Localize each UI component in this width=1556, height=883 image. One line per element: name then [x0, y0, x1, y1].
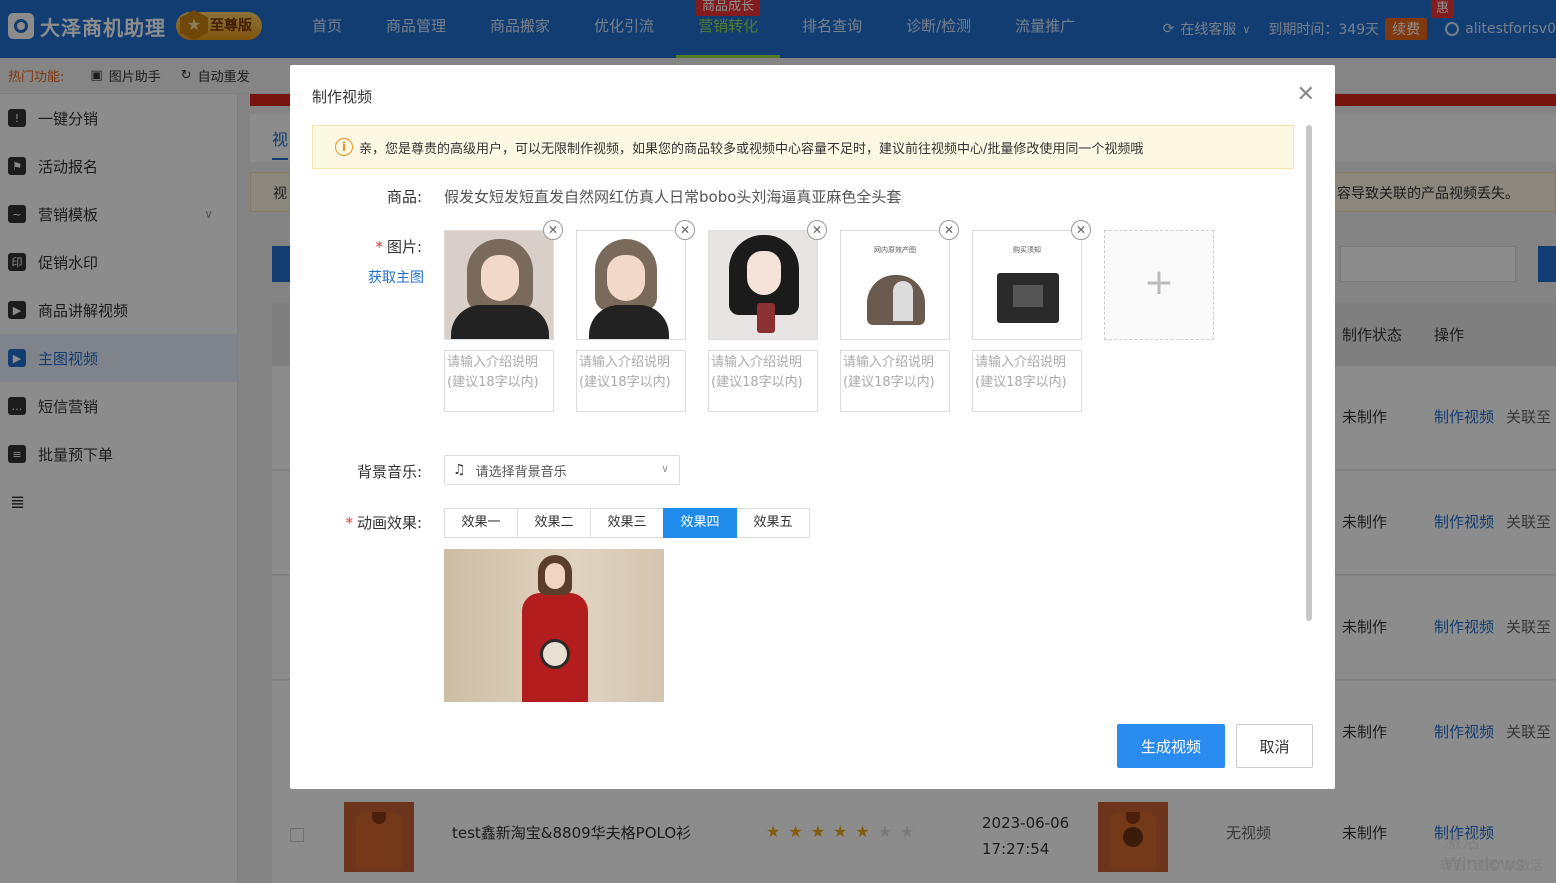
image-caption: 购买须知: [1013, 246, 1041, 254]
effect-preview-image: [444, 549, 664, 702]
effect-label: * 动画效果:: [312, 512, 422, 533]
image-desc-input[interactable]: 请输入介绍说明(建议18字以内): [972, 350, 1082, 412]
remove-image-icon[interactable]: ✕: [543, 220, 563, 240]
get-main-image-link[interactable]: 获取主图: [368, 267, 424, 287]
generate-video-button[interactable]: 生成视频: [1117, 724, 1225, 768]
plus-icon: +: [1143, 262, 1175, 303]
effect-label-text: 动画效果:: [356, 514, 422, 532]
music-placeholder: 请选择背景音乐: [475, 464, 567, 480]
product-name: 假发女短发短直发自然网红仿真人日常bobo头刘海逼真亚麻色全头套: [444, 188, 902, 206]
vip-alert-text: 亲，您是尊贵的高级用户，可以无限制作视频，如果您的商品较多或视频中心容量不足时，…: [359, 141, 1144, 157]
image-caption: 网内原效产图: [874, 246, 916, 254]
image-desc-input[interactable]: 请输入介绍说明(建议18字以内): [576, 350, 686, 412]
effect-option-4[interactable]: 效果四: [663, 508, 737, 538]
required-mark: *: [375, 238, 383, 256]
effect-option-3[interactable]: 效果三: [590, 508, 664, 538]
music-note-icon: ♫: [453, 462, 466, 478]
vip-alert: i 亲，您是尊贵的高级用户，可以无限制作视频，如果您的商品较多或视频中心容量不足…: [312, 125, 1294, 169]
effect-option-1[interactable]: 效果一: [444, 508, 518, 538]
remove-image-icon[interactable]: ✕: [1071, 220, 1091, 240]
add-image-button[interactable]: +: [1104, 230, 1214, 340]
required-mark: *: [345, 514, 353, 532]
effect-selector: 效果一 效果二 效果三 效果四 效果五: [444, 508, 810, 538]
dialog-title: 制作视频: [312, 88, 373, 106]
music-label: 背景音乐:: [356, 463, 422, 481]
images-label: * 图片:: [312, 236, 422, 257]
image-thumbnail[interactable]: 网内原效产图: [840, 230, 950, 340]
image-thumbnail[interactable]: 购买须知: [972, 230, 1082, 340]
image-thumbnail[interactable]: [444, 230, 554, 340]
chevron-down-icon: ∨: [660, 462, 669, 475]
make-video-dialog: 制作视频 ✕ i 亲，您是尊贵的高级用户，可以无限制作视频，如果您的商品较多或视…: [290, 65, 1335, 789]
music-select[interactable]: ♫ 请选择背景音乐 ∨: [444, 455, 680, 485]
images-label-text: 图片:: [386, 238, 422, 256]
remove-image-icon[interactable]: ✕: [939, 220, 959, 240]
effect-option-5[interactable]: 效果五: [736, 508, 810, 538]
image-desc-input[interactable]: 请输入介绍说明(建议18字以内): [840, 350, 950, 412]
product-label: 商品:: [386, 188, 422, 206]
image-desc-input[interactable]: 请输入介绍说明(建议18字以内): [708, 350, 818, 412]
cancel-button[interactable]: 取消: [1236, 724, 1313, 768]
image-thumbnail[interactable]: [708, 230, 818, 340]
windows-watermark-sub: 转到"设置"以激活: [1440, 859, 1543, 874]
remove-image-icon[interactable]: ✕: [807, 220, 827, 240]
info-icon: i: [335, 138, 353, 156]
dialog-scrollbar[interactable]: [1306, 125, 1312, 621]
remove-image-icon[interactable]: ✕: [675, 220, 695, 240]
close-icon[interactable]: ✕: [1297, 83, 1315, 107]
image-desc-input[interactable]: 请输入介绍说明(建议18字以内): [444, 350, 554, 412]
image-thumbnail[interactable]: [576, 230, 686, 340]
effect-option-2[interactable]: 效果二: [517, 508, 591, 538]
